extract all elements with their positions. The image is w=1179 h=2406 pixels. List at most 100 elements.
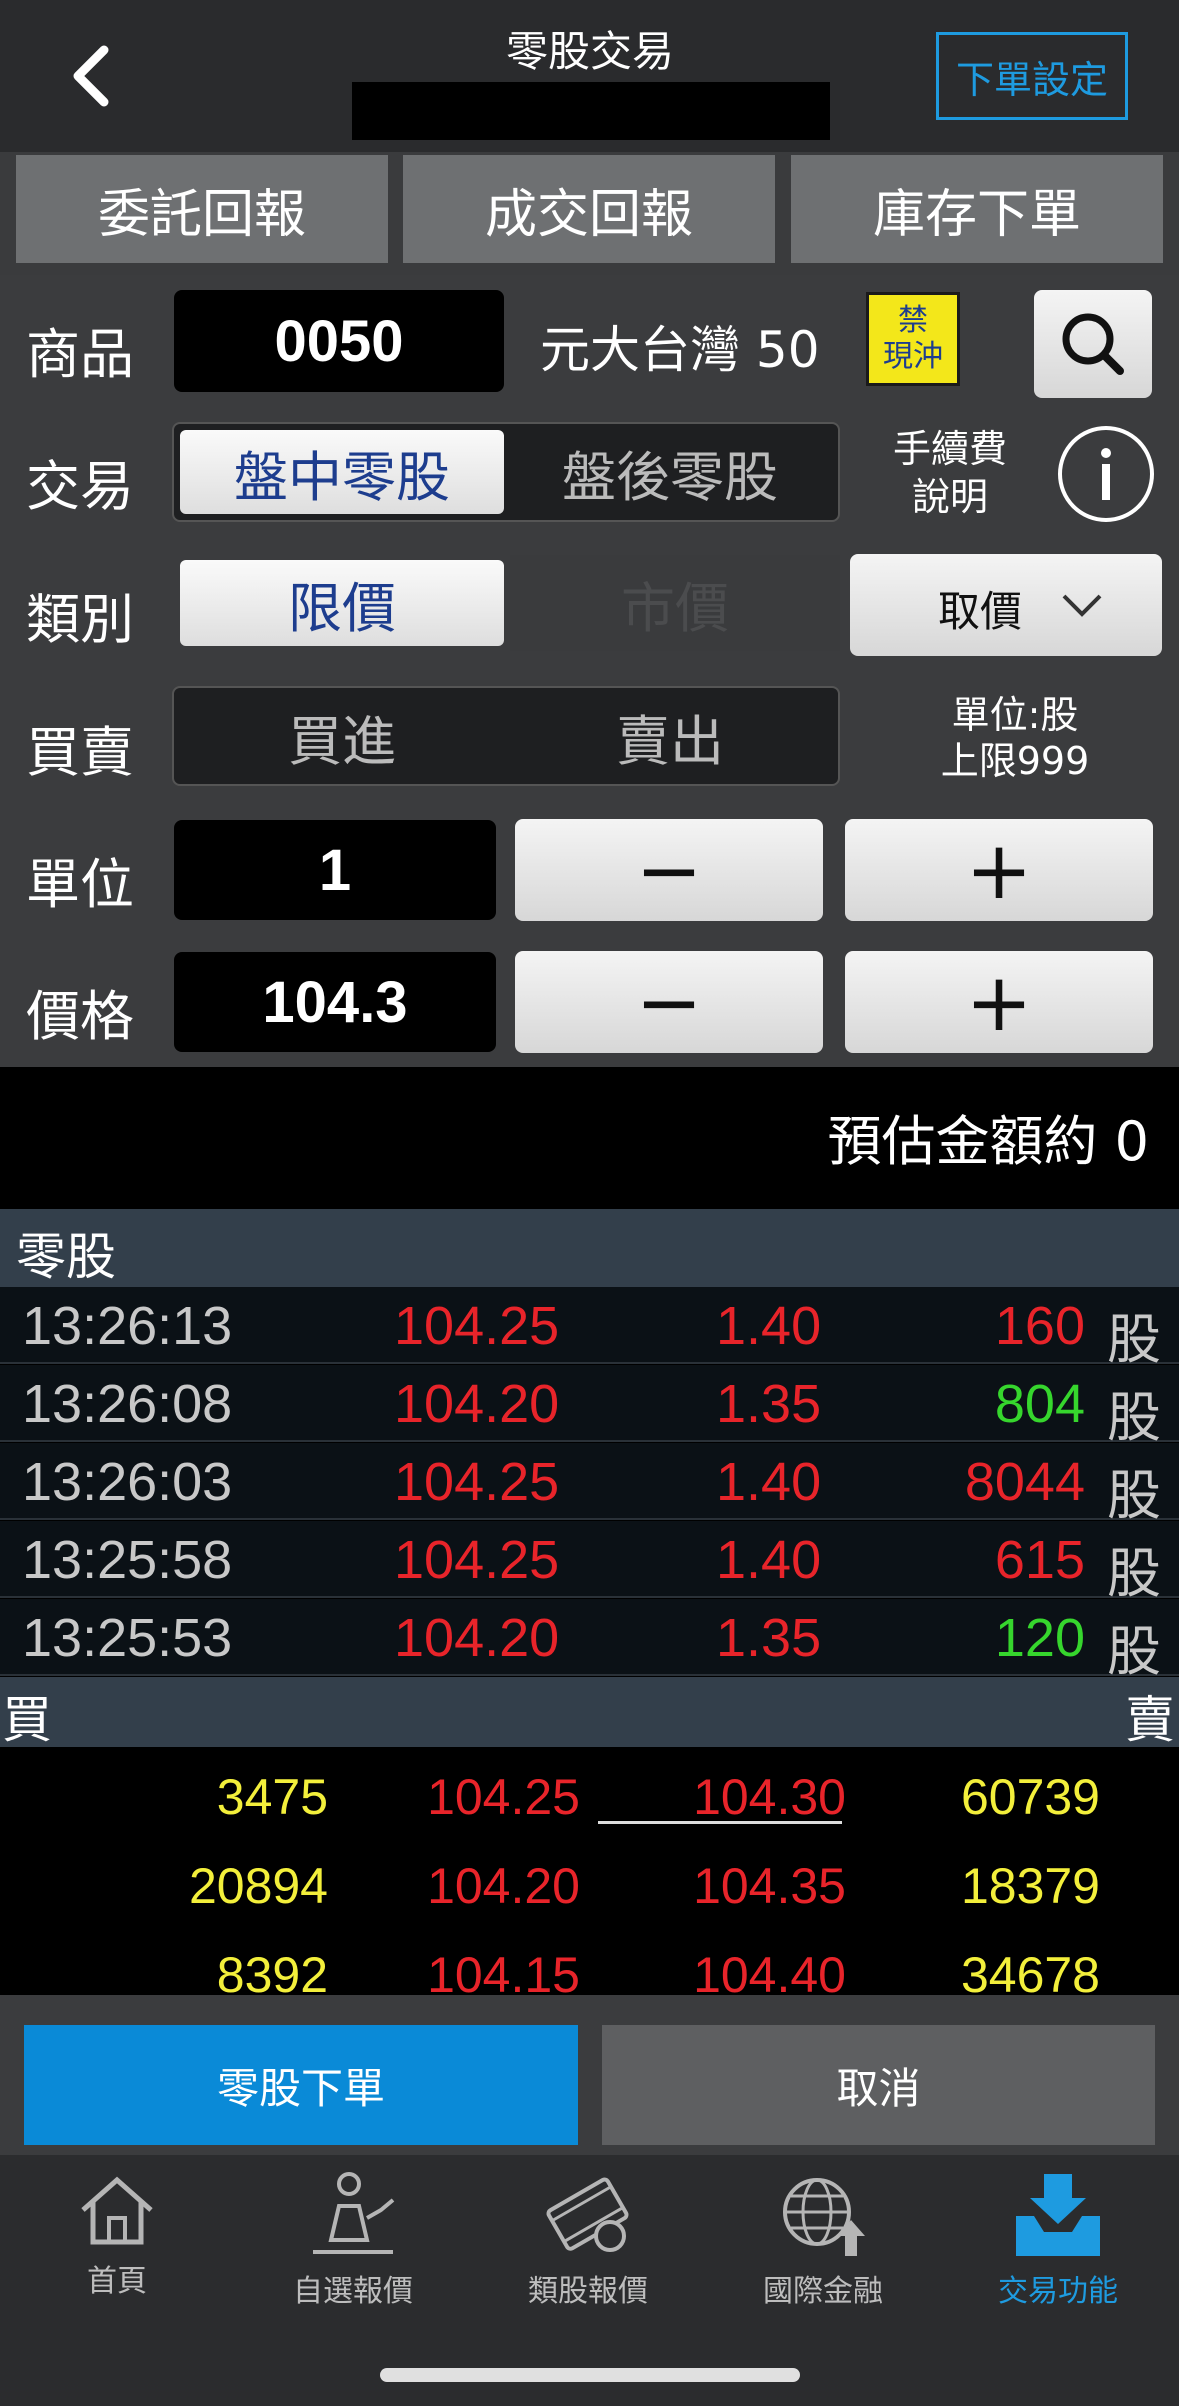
side-label: 買賣	[26, 721, 134, 784]
ticks-title: 零股	[16, 1228, 116, 1286]
quantity-field[interactable]: 1	[174, 820, 496, 920]
page-title: 零股交易	[505, 27, 674, 76]
unit-note: 單位:股 上限999	[940, 693, 1090, 783]
search-button[interactable]	[1034, 290, 1152, 398]
tick-quantity: 120	[994, 1608, 1085, 1668]
tick-change: 1.35	[716, 1608, 822, 1668]
globe-icon	[783, 2178, 865, 2256]
bid-header: 買	[2, 1691, 52, 1749]
tick-change: 1.35	[716, 1374, 822, 1434]
nav-sector-quotes-label: 類股報價	[528, 2274, 648, 2309]
get-price-label: 取價	[938, 587, 1023, 636]
bid-quantity[interactable]: 20894	[189, 1857, 328, 1915]
tick-price: 104.20	[394, 1374, 560, 1434]
after-hours-odd-lot-option[interactable]: 盤後零股	[508, 430, 832, 514]
info-button[interactable]	[1058, 426, 1154, 522]
nav-watchlist-label: 自選報價	[293, 2274, 413, 2309]
nav-home[interactable]: 首頁	[17, 2170, 217, 2310]
tick-unit: 股	[1107, 1466, 1161, 1526]
tick-row: 13:26:13 104.25 1.40 160 股	[0, 1287, 1179, 1370]
tick-time: 13:26:13	[22, 1296, 233, 1356]
tick-row: 13:25:53 104.20 1.35 120 股	[0, 1599, 1179, 1682]
masked-account	[352, 82, 830, 140]
ask-header: 賣	[1125, 1691, 1175, 1749]
price-field[interactable]: 104.3	[174, 952, 496, 1052]
quantity-decrease-button[interactable]: −	[515, 819, 823, 921]
tick-unit: 股	[1107, 1544, 1161, 1604]
tick-time: 13:26:08	[22, 1374, 233, 1434]
place-odd-lot-order-button[interactable]: 零股下單	[24, 2025, 578, 2145]
intraday-odd-lot-option[interactable]: 盤中零股	[180, 430, 504, 514]
product-code-field[interactable]: 0050	[174, 290, 504, 392]
buy-option[interactable]: 買進	[180, 694, 504, 778]
tick-change: 1.40	[716, 1296, 822, 1356]
limit-price-option[interactable]: 限價	[180, 560, 504, 646]
tick-price: 104.25	[394, 1296, 560, 1356]
chevron-down-icon	[1062, 594, 1102, 617]
ticks-header	[0, 1209, 1179, 1287]
fee-info-text[interactable]: 手續費 說明	[880, 425, 1020, 521]
home-indicator	[380, 2368, 800, 2382]
tab-inventory-order[interactable]: 庫存下單	[791, 155, 1163, 263]
tick-row: 13:25:58 104.25 1.40 615 股	[0, 1521, 1179, 1604]
tick-unit: 股	[1107, 1622, 1161, 1682]
film-coin-icon	[546, 2177, 629, 2252]
market-price-option: 市價	[510, 555, 840, 651]
order-setting-button[interactable]: 下單設定	[936, 32, 1128, 120]
product-label: 商品	[26, 323, 134, 386]
nav-sector-quotes[interactable]: 類股報價	[488, 2170, 688, 2310]
get-price-dropdown[interactable]: 取價	[850, 554, 1162, 656]
quantity-increase-button[interactable]: +	[845, 819, 1153, 921]
nav-international-finance[interactable]: 國際金融	[723, 2170, 923, 2310]
price-decrease-button[interactable]: −	[515, 951, 823, 1053]
tick-quantity: 8044	[964, 1452, 1085, 1512]
order-book-header	[0, 1677, 1179, 1747]
bid-price[interactable]: 104.20	[427, 1857, 580, 1915]
tick-change: 1.40	[716, 1452, 822, 1512]
bid-price[interactable]: 104.25	[427, 1768, 580, 1826]
tick-row: 13:26:03 104.25 1.40 8044 股	[0, 1443, 1179, 1526]
bid-quantity[interactable]: 3475	[217, 1768, 328, 1826]
ask-quantity[interactable]: 18379	[961, 1857, 1100, 1915]
nav-trading-functions[interactable]: 交易功能	[958, 2170, 1158, 2310]
tick-quantity: 615	[994, 1530, 1085, 1590]
quantity-label: 單位	[26, 853, 134, 916]
tick-price: 104.25	[394, 1452, 560, 1512]
nav-home-label: 首頁	[87, 2264, 147, 2299]
trade-label: 交易	[26, 455, 134, 518]
download-tray-icon	[1016, 2174, 1100, 2256]
ask-price[interactable]: 104.30	[693, 1768, 846, 1826]
tick-time: 13:25:53	[22, 1608, 233, 1668]
no-daytrade-badge: 禁 現沖	[866, 292, 960, 386]
tab-deal-report[interactable]: 成交回報	[403, 155, 775, 263]
tab-order-report[interactable]: 委託回報	[16, 155, 388, 263]
ask-price[interactable]: 104.35	[693, 1857, 846, 1915]
tick-time: 13:25:58	[22, 1530, 233, 1590]
product-name: 元大台灣 50	[540, 321, 820, 379]
nav-trading-functions-label: 交易功能	[998, 2274, 1118, 2309]
best-ask-underline	[598, 1821, 842, 1824]
sell-option[interactable]: 賣出	[508, 694, 832, 778]
tick-row: 13:26:08 104.20 1.35 804 股	[0, 1365, 1179, 1448]
search-icon	[1062, 313, 1124, 375]
type-label: 類別	[26, 588, 134, 651]
price-increase-button[interactable]: +	[845, 951, 1153, 1053]
back-icon[interactable]	[60, 40, 120, 112]
person-chart-icon	[313, 2172, 395, 2254]
tick-time: 13:26:03	[22, 1452, 233, 1512]
tick-unit: 股	[1107, 1310, 1161, 1370]
nav-watchlist[interactable]: 自選報價	[253, 2170, 453, 2310]
tick-price: 104.20	[394, 1608, 560, 1668]
estimated-amount: 預估金額約 0	[827, 1110, 1149, 1173]
price-label: 價格	[26, 985, 134, 1048]
order-form	[0, 275, 1179, 1067]
ask-quantity[interactable]: 60739	[961, 1768, 1100, 1826]
nav-international-finance-label: 國際金融	[763, 2274, 883, 2309]
tick-change: 1.40	[716, 1530, 822, 1590]
tick-price: 104.25	[394, 1530, 560, 1590]
home-icon	[81, 2176, 153, 2245]
tick-quantity: 160	[994, 1296, 1085, 1356]
tick-unit: 股	[1107, 1388, 1161, 1448]
tick-quantity: 804	[994, 1374, 1085, 1434]
cancel-button[interactable]: 取消	[602, 2025, 1155, 2145]
